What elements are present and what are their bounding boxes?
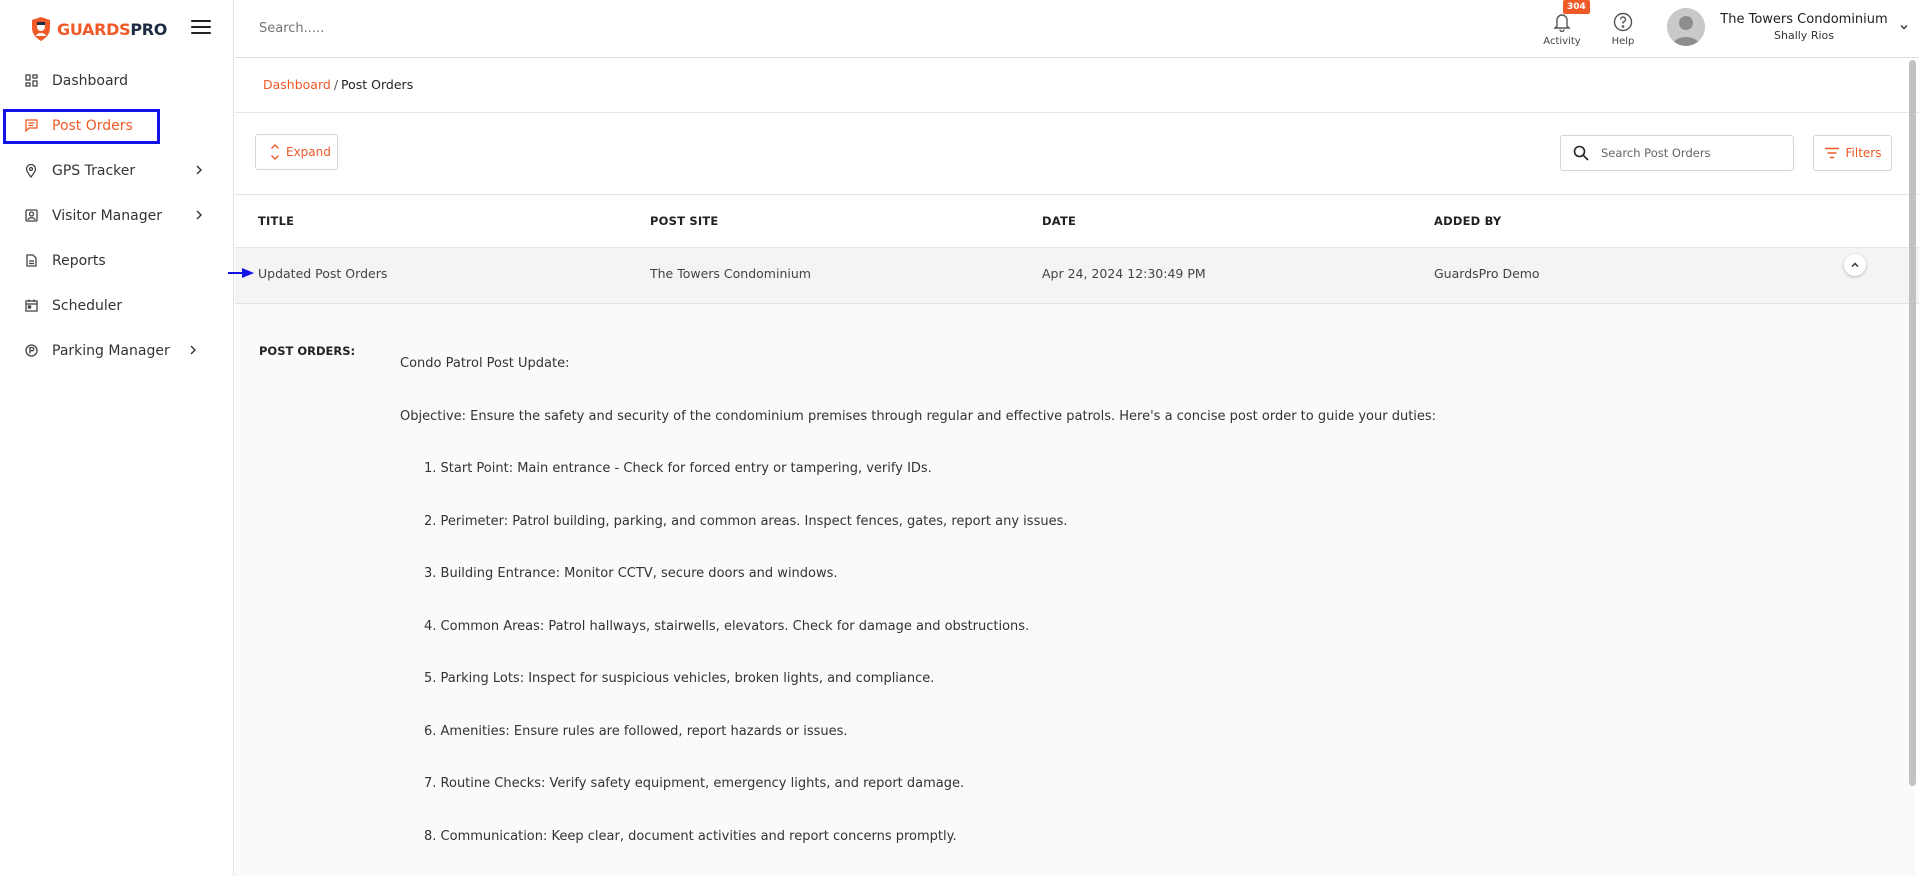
menu-toggle-icon[interactable]	[191, 20, 211, 36]
dashboard-icon	[24, 74, 38, 88]
list-item: 5. Parking Lots: Inspect for suspicious …	[424, 671, 935, 686]
column-header-title[interactable]: TITLE	[258, 214, 294, 228]
sidebar: GUARDS PRO Dashboard Post Orders GPS Trac…	[0, 0, 234, 876]
global-search-input[interactable]	[259, 21, 559, 36]
list-item: 1. Start Point: Main entrance - Check fo…	[424, 461, 932, 476]
detail-heading: Condo Patrol Post Update:	[400, 356, 570, 371]
list-item: 3. Building Entrance: Monitor CCTV, secu…	[424, 566, 838, 581]
list-item: 8. Communication: Keep clear, document a…	[424, 828, 957, 844]
post-orders-search[interactable]	[1560, 135, 1794, 171]
chevron-up-icon	[1851, 262, 1859, 268]
list-item: 7. Routine Checks: Verify safety equipme…	[424, 776, 965, 791]
user-organization: The Towers Condominium	[1720, 12, 1888, 27]
sidebar-item-gps-tracker[interactable]: GPS Tracker	[0, 148, 234, 193]
list-item: 4. Common Areas: Patrol hallways, stairw…	[424, 618, 1030, 634]
brand-logo[interactable]: GUARDS PRO	[30, 14, 167, 44]
sidebar-item-visitor-manager[interactable]: Visitor Manager	[0, 193, 234, 238]
filters-button[interactable]: Filters	[1813, 135, 1892, 171]
column-header-date[interactable]: DATE	[1042, 214, 1076, 228]
activity-count-badge: 304	[1563, 0, 1590, 14]
avatar	[1667, 8, 1705, 46]
breadcrumb-current: Post Orders	[341, 77, 414, 92]
collapse-row-button[interactable]	[1844, 254, 1866, 276]
search-icon	[1573, 145, 1589, 161]
sidebar-item-label: Dashboard	[52, 72, 128, 89]
post-order-detail: POST ORDERS: Condo Patrol Post Update: O…	[235, 304, 1915, 876]
visitor-icon	[24, 209, 38, 223]
top-bar: 304 Activity Help The Towers Condominium…	[235, 0, 1919, 58]
shield-logo-icon	[32, 17, 50, 41]
chevron-down-icon	[1900, 25, 1908, 30]
expand-arrows-icon	[271, 144, 279, 160]
sidebar-item-label: Scheduler	[52, 297, 123, 314]
chevron-right-icon	[196, 165, 202, 175]
cell-post-site: The Towers Condominium	[650, 266, 811, 281]
breadcrumb: Dashboard / Post Orders	[263, 77, 413, 92]
help-label: Help	[1611, 36, 1635, 47]
sidebar-item-label: Parking Manager	[52, 342, 170, 359]
cell-date: Apr 24, 2024 12:30:49 PM	[1042, 266, 1206, 281]
detail-body: Condo Patrol Post Update: Objective: Ens…	[400, 356, 1880, 876]
table-header: TITLE POST SITE DATE ADDED BY	[235, 194, 1919, 248]
detail-objective: Objective: Ensure the safety and securit…	[400, 408, 1437, 424]
report-icon	[24, 254, 38, 268]
cell-title: Updated Post Orders	[258, 266, 388, 281]
sidebar-item-label: Post Orders	[52, 117, 133, 134]
detail-list: 1. Start Point: Main entrance - Check fo…	[400, 461, 1880, 876]
column-header-post-site[interactable]: POST SITE	[650, 214, 718, 228]
chevron-right-icon	[196, 210, 202, 220]
expand-label: Expand	[286, 145, 331, 159]
breadcrumb-link-dashboard[interactable]: Dashboard	[263, 77, 331, 92]
sidebar-item-scheduler[interactable]: Scheduler	[0, 283, 234, 328]
sidebar-nav: Dashboard Post Orders GPS Tracker Visito…	[0, 58, 234, 373]
sidebar-item-post-orders[interactable]: Post Orders	[0, 103, 234, 148]
filter-icon	[1824, 147, 1839, 159]
activity-label: Activity	[1543, 36, 1581, 47]
parking-icon	[24, 344, 38, 358]
sidebar-item-parking-manager[interactable]: Parking Manager	[0, 328, 234, 373]
chevron-right-icon	[190, 345, 196, 355]
list-item: 2. Perimeter: Patrol building, parking, …	[424, 513, 1068, 529]
column-header-added-by[interactable]: ADDED BY	[1434, 214, 1501, 228]
brand-name-pro: PRO	[130, 19, 168, 39]
sidebar-item-reports[interactable]: Reports	[0, 238, 234, 283]
calendar-icon	[24, 299, 38, 313]
detail-label: POST ORDERS:	[259, 344, 356, 358]
post-orders-icon	[24, 119, 38, 133]
breadcrumb-separator: /	[333, 77, 339, 92]
help-button[interactable]: Help	[1598, 12, 1648, 47]
location-pin-icon	[24, 163, 38, 178]
sidebar-item-label: Visitor Manager	[52, 207, 162, 224]
user-menu[interactable]: The Towers Condominium Shally Rios	[1667, 8, 1910, 46]
brand-name-guards: GUARDS	[57, 19, 131, 39]
pointer-arrow-icon	[228, 268, 254, 278]
sidebar-item-label: Reports	[52, 252, 106, 269]
bell-icon	[1553, 14, 1571, 32]
search-input[interactable]	[1601, 146, 1781, 160]
sidebar-item-dashboard[interactable]: Dashboard	[0, 58, 234, 103]
breadcrumb-bar: Dashboard / Post Orders	[235, 59, 1919, 113]
cell-added-by: GuardsPro Demo	[1434, 266, 1540, 281]
user-name: Shally Rios	[1774, 29, 1834, 42]
activity-button[interactable]: 304 Activity	[1537, 0, 1590, 47]
expand-button[interactable]: Expand	[255, 134, 338, 170]
table-row[interactable]: Updated Post Orders The Towers Condomini…	[235, 248, 1919, 304]
list-item: 6. Amenities: Ensure rules are followed,…	[424, 723, 848, 739]
help-icon	[1613, 12, 1633, 32]
scrollbar[interactable]	[1909, 60, 1916, 786]
filters-label: Filters	[1845, 146, 1882, 160]
sidebar-item-label: GPS Tracker	[52, 162, 136, 179]
